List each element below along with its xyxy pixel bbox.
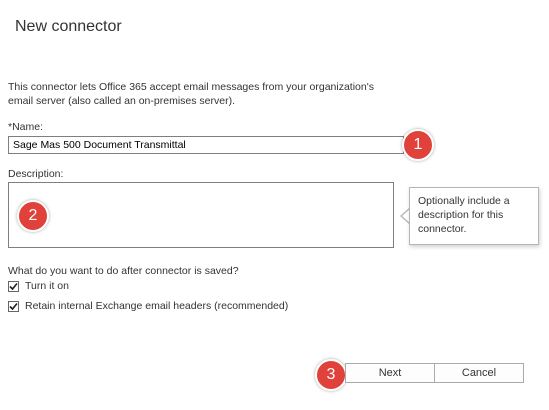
cancel-button[interactable]: Cancel [434, 363, 524, 383]
description-tooltip: Optionally include a description for thi… [409, 187, 539, 245]
retain-headers-label: Retain internal Exchange email headers (… [25, 300, 289, 312]
after-save-question: What do you want to do after connector i… [8, 265, 239, 277]
retain-headers-checkbox[interactable] [8, 300, 19, 312]
marker-3: 3 [315, 359, 347, 391]
turn-on-option[interactable]: Turn it on [8, 280, 69, 292]
dialog-title: New connector [15, 18, 122, 35]
checkmark-icon [9, 302, 18, 310]
name-input[interactable] [8, 136, 404, 154]
description-label: Description: [8, 168, 64, 180]
turn-on-label: Turn it on [25, 280, 69, 292]
turn-on-checkbox[interactable] [8, 280, 19, 292]
description-input[interactable] [8, 182, 394, 248]
name-label: *Name: [8, 121, 44, 133]
intro-text: This connector lets Office 365 accept em… [8, 81, 374, 107]
marker-1: 1 [402, 129, 434, 161]
next-button[interactable]: Next [345, 363, 435, 383]
marker-2: 2 [17, 200, 49, 232]
retain-headers-option[interactable]: Retain internal Exchange email headers (… [8, 300, 288, 312]
checkmark-icon [9, 282, 18, 290]
